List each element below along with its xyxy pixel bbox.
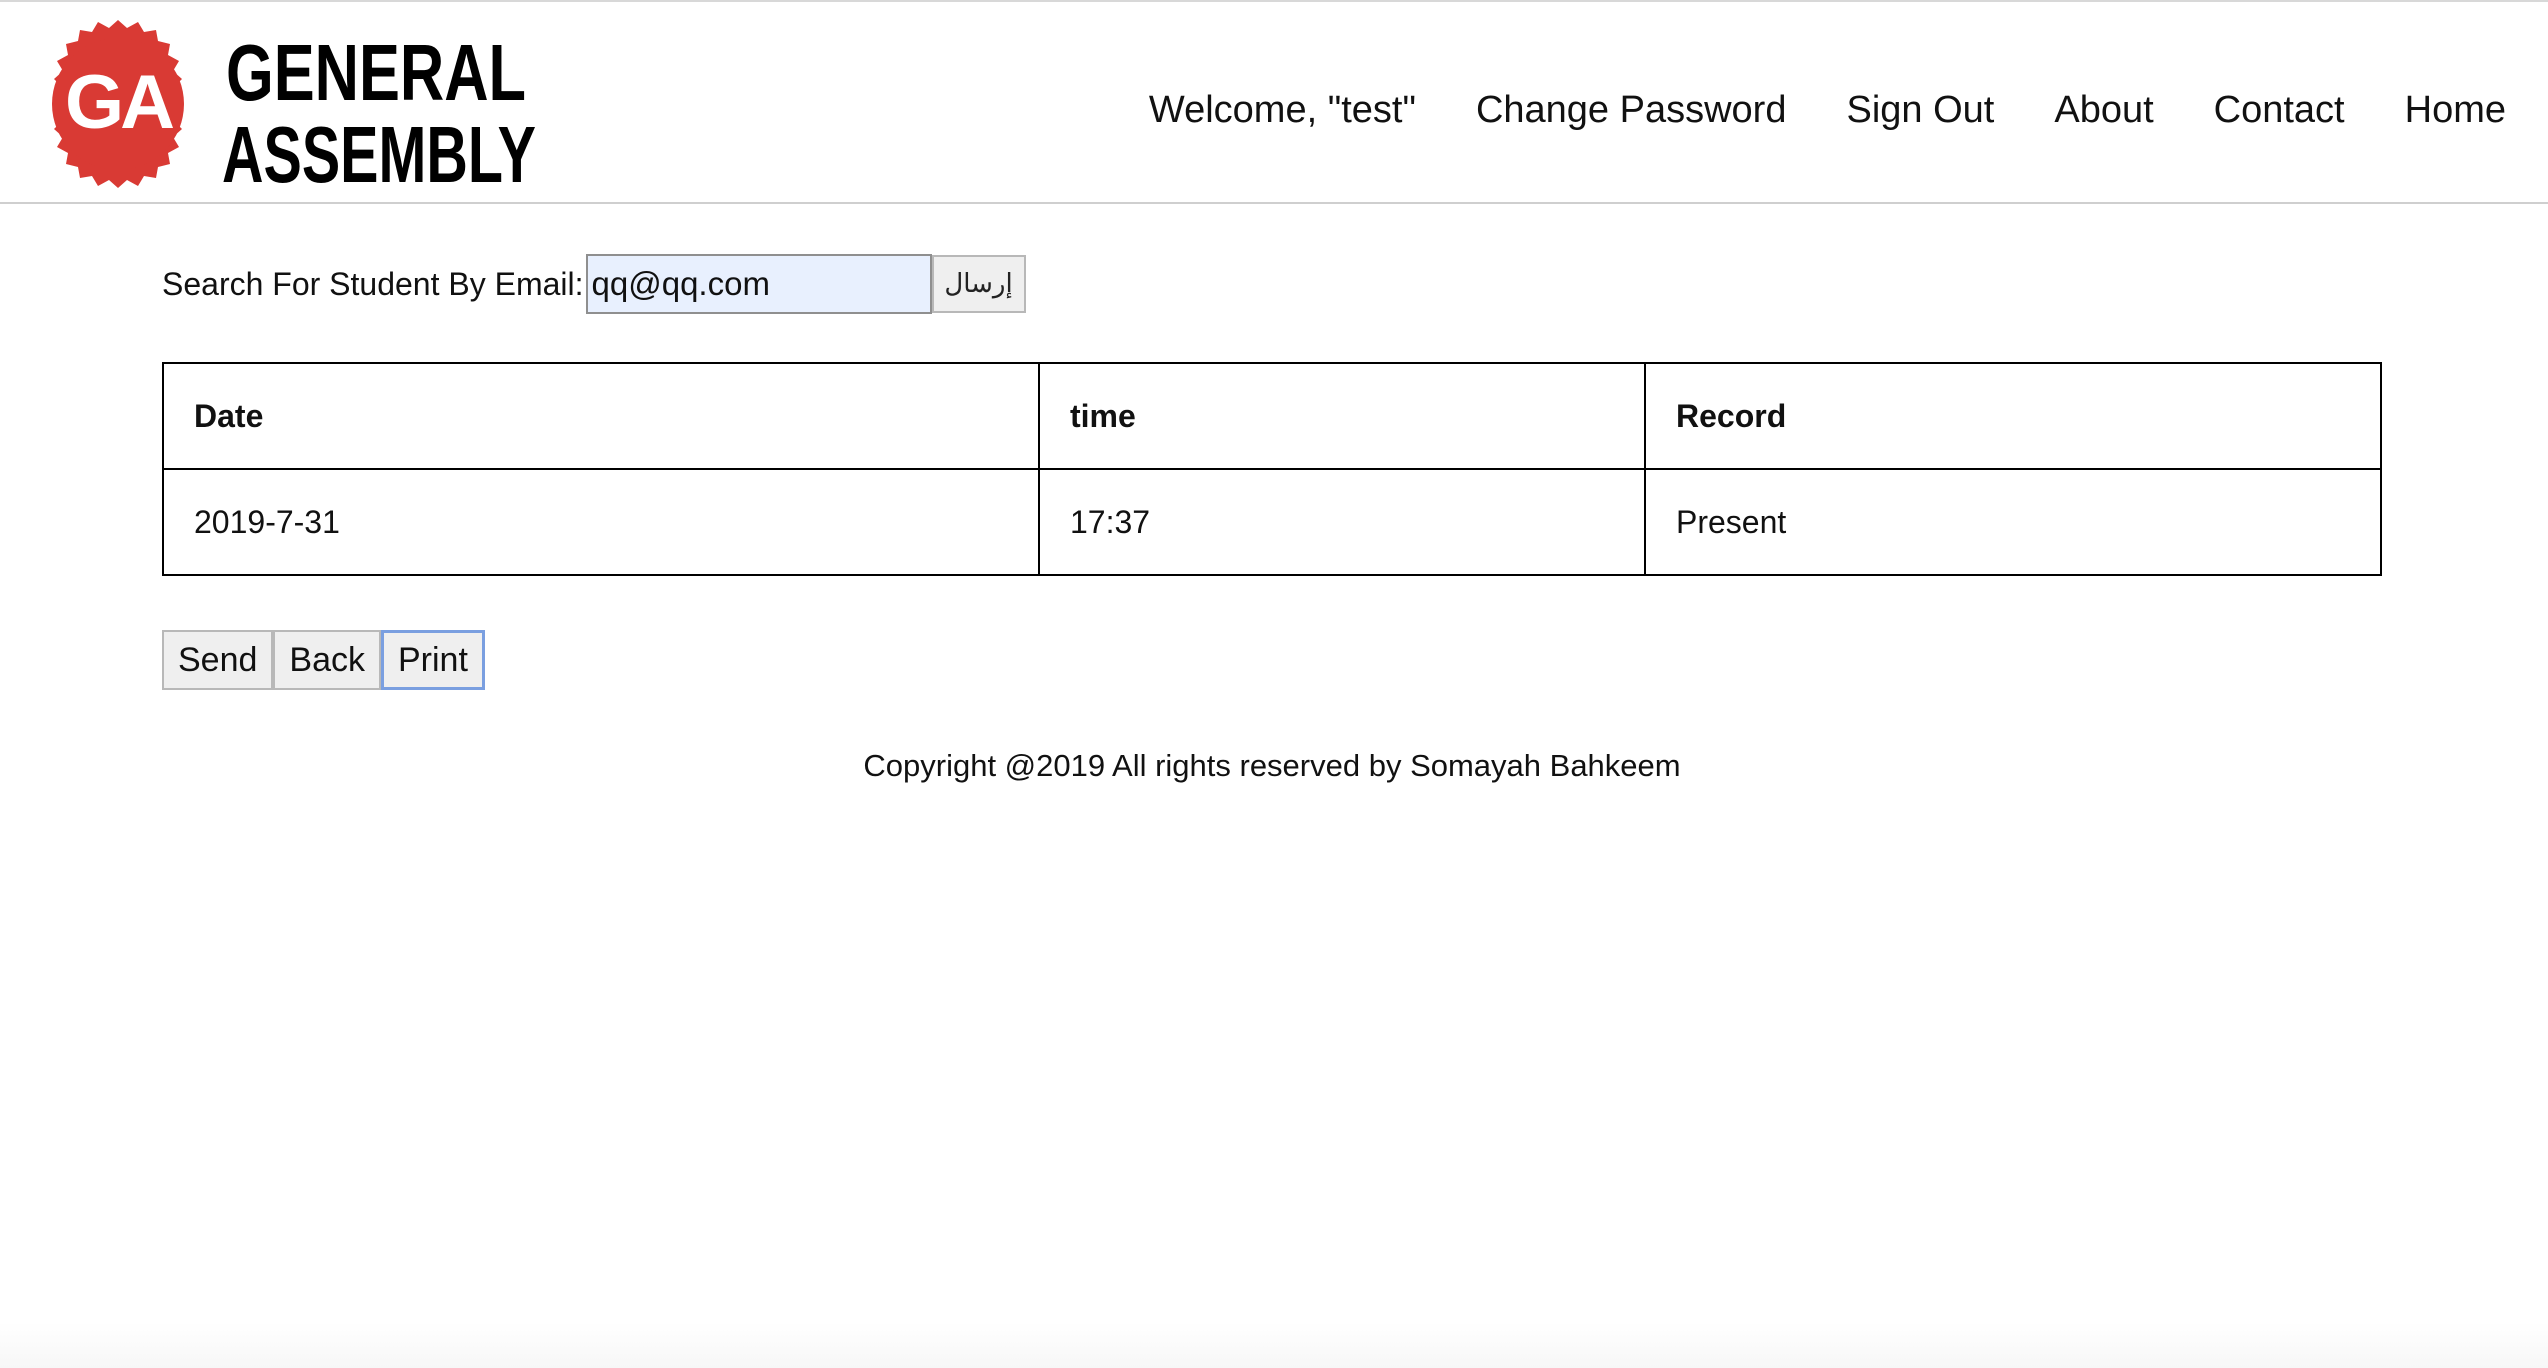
cell-time: 17:37 bbox=[1038, 468, 1646, 576]
logo-mark-text: GA bbox=[65, 60, 173, 145]
table-row: 2019-7-31 17:37 Present bbox=[162, 468, 2382, 576]
site-header: GA GENERAL ASSEMBLY Welcome, "test" Chan… bbox=[0, 6, 2548, 204]
main-nav: Welcome, "test" Change Password Sign Out… bbox=[1149, 80, 2506, 140]
nav-sign-out[interactable]: Sign Out bbox=[1846, 80, 1994, 140]
back-button[interactable]: Back bbox=[273, 630, 381, 690]
header-date: Date bbox=[162, 362, 1040, 470]
ga-logo-icon: GA GENERAL ASSEMBLY bbox=[52, 20, 536, 190]
header-record: Record bbox=[1644, 362, 2382, 470]
attendance-table: Date time Record 2019-7-31 17:37 Present bbox=[162, 362, 2382, 576]
nav-welcome[interactable]: Welcome, "test" bbox=[1149, 80, 1416, 140]
search-label: Search For Student By Email: bbox=[162, 265, 584, 302]
logo-line2: ASSEMBLY bbox=[222, 110, 536, 190]
logo-line1: GENERAL bbox=[226, 28, 526, 117]
header-time: time bbox=[1038, 362, 1646, 470]
nav-home[interactable]: Home bbox=[2405, 80, 2506, 140]
email-search-input[interactable] bbox=[585, 254, 932, 314]
action-buttons: Send Back Print bbox=[162, 630, 485, 690]
bottom-edge bbox=[0, 1322, 2548, 1368]
send-button[interactable]: Send bbox=[162, 630, 274, 690]
page-footer: Copyright @2019 All rights reserved by S… bbox=[0, 748, 2548, 784]
cell-date: 2019-7-31 bbox=[162, 468, 1040, 576]
nav-change-password[interactable]: Change Password bbox=[1476, 80, 1787, 140]
search-submit-button[interactable]: إرسال bbox=[931, 255, 1026, 313]
nav-about[interactable]: About bbox=[2054, 80, 2153, 140]
search-form: Search For Student By Email: إرسال bbox=[162, 254, 1026, 314]
cell-record: Present bbox=[1644, 468, 2382, 576]
print-button[interactable]: Print bbox=[381, 630, 485, 690]
general-assembly-logo[interactable]: GA GENERAL ASSEMBLY bbox=[34, 20, 554, 190]
table-header-row: Date time Record bbox=[162, 362, 2382, 470]
nav-contact[interactable]: Contact bbox=[2214, 80, 2345, 140]
copyright-text: Copyright @2019 All rights reserved by S… bbox=[863, 748, 1681, 783]
